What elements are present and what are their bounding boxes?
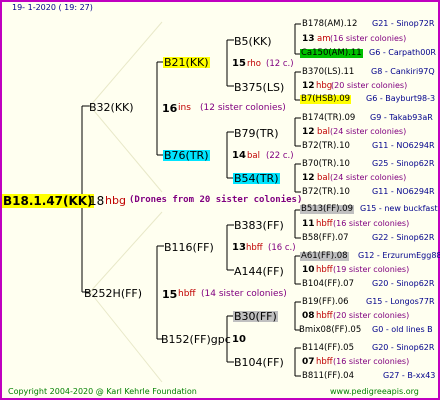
gen2-b21-code: rho [247,59,261,69]
gen4-name: A61(FF).08 [300,251,349,261]
gen4-name: B513(FF).09 [300,204,354,214]
gen4-code: hbff [316,265,333,275]
gen4-count: 13 [302,34,315,44]
gen4-note: (19 sister colonies) [333,265,410,274]
gen2-b116: B116(FF) [164,241,214,254]
gen4-note: (16 sister colonies) [330,34,407,43]
gen4-code: hbff [316,219,333,229]
gen4-code: bal [317,127,330,137]
gen4-count: 08 [302,311,315,321]
gen4-info: G12 - ErzurumEgg88 [358,251,440,260]
gen4-name: B70(TR).10 [302,159,350,169]
gen4-name: B174(TR).09 [302,113,356,123]
gen2-b116-note: (16 c.) [268,243,296,253]
gen3-b54: B54(TR) [233,172,280,185]
root-name: B18.1.47(KK) [2,194,94,208]
gen4-count: 12 [302,81,315,91]
gen2-b152: B152(FF)gpc [161,333,231,346]
gen4-note: (20 sister colonies) [333,311,410,320]
gen4-info: G22 - Sinop62R [372,233,435,242]
gen4-info: G8 - Cankiri97Q [371,67,435,76]
gen1-b252h: B252H(FF) [84,287,143,300]
gen3-b104: B104(FF) [234,356,284,369]
gen4-info: G20 - Sinop62R [372,279,435,288]
gen1-b32-code: ins [178,103,191,113]
gen2-b76-code: bal [247,151,260,161]
gen4-count: 12 [302,173,315,183]
gen4-note: (24 sister colonies) [330,127,407,136]
gen4-count: 11 [302,219,315,229]
gen4-note: (24 sister colonies) [330,173,407,182]
gen4-info: G15 - new buckfast [360,204,438,213]
gen2-b21-count: 15 [232,58,246,69]
gen4-name: Bmix08(FF).05 [299,325,362,335]
gen4-count: 10 [302,265,315,275]
gen4-info: G25 - Sinop62R [372,159,435,168]
root-note: (Drones from 20 sister colonies) [129,195,303,205]
gen4-note: (16 sister colonies) [333,219,410,228]
gen1-b252h-code: hbff [178,289,196,299]
pedigree-chart: { "header": {"date": "19- 1-2020 ( 19: 2… [0,0,440,400]
gen4-info: G15 - Longos77R [366,297,435,306]
gen4-name: B104(FF).07 [302,279,354,289]
gen4-name: B7(HSB).09 [300,94,352,104]
gen4-name: B811(FF).04 [302,371,354,381]
gen4-code: bal [317,173,330,183]
gen2-b21-note: (12 c.) [266,59,294,69]
gen2-b116-count: 13 [232,242,246,253]
gen4-name: Ca150(AM).11 [300,48,363,58]
gen3-b383: B383(FF) [234,219,284,232]
gen4-code: hbff [316,311,333,321]
gen2-b152-count: 10 [232,334,246,345]
gen4-code: hbg [316,81,333,91]
gen4-name: B72(TR).10 [302,141,350,151]
gen4-info: G6 - Bayburt98-3 [366,94,436,103]
gen3-b5: B5(KK) [234,35,272,48]
gen2-b76: B76(TR) [163,149,210,162]
root-count: 18 [89,194,105,208]
gen4-code: hbff [316,357,333,367]
footer-site-link[interactable]: www.pedigreeapis.org [330,388,419,396]
gen4-note: (16 sister colonies) [333,357,410,366]
gen4-info: G21 - Sinop72R [372,19,435,28]
gen4-name: B72(TR).10 [302,187,350,197]
gen3-a144: A144(FF) [234,265,284,278]
gen2-b76-note: (22 c.) [266,151,294,161]
gen2-b21: B21(KK) [163,56,210,69]
gen4-info: G11 - NO6294R [372,141,435,150]
root-code: hbg [105,194,126,207]
gen2-b76-count: 14 [232,150,246,161]
gen4-info: G11 - NO6294R [372,187,435,196]
gen4-info: G6 - Carpath00R [369,48,436,57]
gen1-b32-note: (12 sister colonies) [200,103,286,113]
gen3-b79: B79(TR) [234,127,279,140]
footer-copyright: Copyright 2004-2020 @ Karl Kehrle Founda… [8,387,197,396]
gen4-count: 07 [302,357,315,367]
gen4-info: G0 - old lines B [372,325,433,334]
gen1-b252h-count: 15 [162,288,178,301]
gen4-name: B58(FF).07 [302,233,349,243]
gen4-info: G20 - Sinop62R [372,343,435,352]
gen1-b252h-note: (14 sister colonies) [201,289,287,299]
header-date: 19- 1-2020 ( 19: 27) [12,3,93,12]
gen1-b32-count: 16 [162,102,178,115]
gen4-name: B178(AM).12 [302,19,358,29]
gen4-info: G9 - Takab93aR [370,113,433,122]
gen4-info: G27 - B-xx43 [383,371,436,380]
gen2-b116-code: hbff [246,243,263,253]
gen4-note: (20 sister colonies) [331,81,408,90]
gen3-b375: B375(LS) [234,81,285,94]
gen4-name: B114(FF).05 [302,343,354,353]
gen4-name: B19(FF).06 [302,297,349,307]
gen4-name: B370(LS).11 [302,67,355,77]
gen1-b32: B32(KK) [89,101,134,114]
gen3-b30: B30(FF) [233,310,278,323]
gen4-count: 12 [302,127,315,137]
gen4-code: am [317,34,331,44]
